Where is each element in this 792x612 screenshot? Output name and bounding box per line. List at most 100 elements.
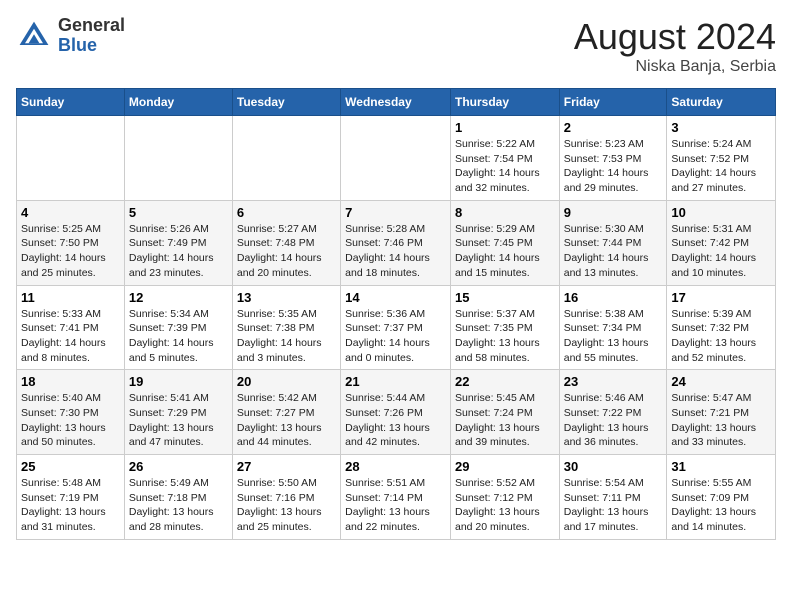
calendar-cell: 5 Sunrise: 5:26 AM Sunset: 7:49 PM Daylig…: [124, 200, 232, 285]
day-number: 5: [129, 205, 228, 220]
calendar-cell: 16 Sunrise: 5:38 AM Sunset: 7:34 PM Dayli…: [559, 285, 667, 370]
logo-icon: [16, 18, 52, 54]
week-row-3: 11Sunrise: 5:33 AM Sunset: 7:41 PM Dayli…: [17, 285, 776, 370]
calendar-cell: 9 Sunrise: 5:30 AM Sunset: 7:44 PM Daylig…: [559, 200, 667, 285]
day-info: Sunrise: 5:23 AM Sunset: 7:53 PM Dayligh…: [564, 137, 663, 196]
day-info: Sunrise: 5:37 AM Sunset: 7:35 PM Dayligh…: [455, 307, 555, 366]
month-title: August 2024: [574, 16, 776, 58]
day-number: 30: [564, 459, 663, 474]
day-number: 8: [455, 205, 555, 220]
day-info: Sunrise: 5:35 AM Sunset: 7:38 PM Dayligh…: [237, 307, 336, 366]
day-info: Sunrise: 5:54 AM Sunset: 7:11 PM Dayligh…: [564, 476, 663, 535]
logo-blue-text: Blue: [58, 35, 97, 55]
day-number: 9: [564, 205, 663, 220]
day-number: 14: [345, 290, 446, 305]
calendar-cell: 6Sunrise: 5:27 AM Sunset: 7:48 PM Daylig…: [232, 200, 340, 285]
day-number: 28: [345, 459, 446, 474]
calendar-cell: 15Sunrise: 5:37 AM Sunset: 7:35 PM Dayli…: [450, 285, 559, 370]
day-info: Sunrise: 5:46 AM Sunset: 7:22 PM Dayligh…: [564, 391, 663, 450]
week-row-4: 18 Sunrise: 5:40 AM Sunset: 7:30 PM Dayli…: [17, 370, 776, 455]
calendar-cell: 10 Sunrise: 5:31 AM Sunset: 7:42 PM Dayli…: [667, 200, 776, 285]
day-info: Sunrise: 5:51 AM Sunset: 7:14 PM Dayligh…: [345, 476, 446, 535]
day-number: 10: [671, 205, 771, 220]
day-info: Sunrise: 5:33 AM Sunset: 7:41 PM Dayligh…: [21, 307, 120, 366]
day-number: 22: [455, 374, 555, 389]
day-info: Sunrise: 5:55 AM Sunset: 7:09 PM Dayligh…: [671, 476, 771, 535]
day-number: 29: [455, 459, 555, 474]
day-number: 17: [671, 290, 771, 305]
day-info: Sunrise: 5:49 AM Sunset: 7:18 PM Dayligh…: [129, 476, 228, 535]
day-number: 26: [129, 459, 228, 474]
week-row-2: 4Sunrise: 5:25 AM Sunset: 7:50 PM Daylig…: [17, 200, 776, 285]
day-number: 18: [21, 374, 120, 389]
day-number: 27: [237, 459, 336, 474]
calendar-cell: 22 Sunrise: 5:45 AM Sunset: 7:24 PM Dayli…: [450, 370, 559, 455]
calendar-cell: 17Sunrise: 5:39 AM Sunset: 7:32 PM Dayli…: [667, 285, 776, 370]
day-info: Sunrise: 5:31 AM Sunset: 7:42 PM Dayligh…: [671, 222, 771, 281]
day-number: 23: [564, 374, 663, 389]
day-number: 25: [21, 459, 120, 474]
day-number: 31: [671, 459, 771, 474]
logo: General Blue: [16, 16, 125, 56]
day-number: 21: [345, 374, 446, 389]
day-number: 20: [237, 374, 336, 389]
day-number: 4: [21, 205, 120, 220]
weekday-header-tuesday: Tuesday: [232, 89, 340, 116]
calendar-cell: [17, 116, 125, 201]
day-number: 3: [671, 120, 771, 135]
calendar-cell: 21 Sunrise: 5:44 AM Sunset: 7:26 PM Dayli…: [341, 370, 451, 455]
day-number: 6: [237, 205, 336, 220]
day-info: Sunrise: 5:22 AM Sunset: 7:54 PM Dayligh…: [455, 137, 555, 196]
day-info: Sunrise: 5:24 AM Sunset: 7:52 PM Dayligh…: [671, 137, 771, 196]
day-number: 1: [455, 120, 555, 135]
calendar-cell: 25 Sunrise: 5:48 AM Sunset: 7:19 PM Dayli…: [17, 455, 125, 540]
calendar-cell: 13 Sunrise: 5:35 AM Sunset: 7:38 PM Dayli…: [232, 285, 340, 370]
calendar-cell: 23 Sunrise: 5:46 AM Sunset: 7:22 PM Dayli…: [559, 370, 667, 455]
title-block: August 2024 Niska Banja, Serbia: [574, 16, 776, 76]
calendar-cell: 29 Sunrise: 5:52 AM Sunset: 7:12 PM Dayli…: [450, 455, 559, 540]
day-info: Sunrise: 5:40 AM Sunset: 7:30 PM Dayligh…: [21, 391, 120, 450]
day-number: 12: [129, 290, 228, 305]
day-info: Sunrise: 5:26 AM Sunset: 7:49 PM Dayligh…: [129, 222, 228, 281]
calendar-cell: 28 Sunrise: 5:51 AM Sunset: 7:14 PM Dayli…: [341, 455, 451, 540]
calendar-cell: 7Sunrise: 5:28 AM Sunset: 7:46 PM Daylig…: [341, 200, 451, 285]
week-row-1: 1 Sunrise: 5:22 AM Sunset: 7:54 PM Daylig…: [17, 116, 776, 201]
day-info: Sunrise: 5:41 AM Sunset: 7:29 PM Dayligh…: [129, 391, 228, 450]
calendar-cell: 31 Sunrise: 5:55 AM Sunset: 7:09 PM Dayli…: [667, 455, 776, 540]
day-info: Sunrise: 5:38 AM Sunset: 7:34 PM Dayligh…: [564, 307, 663, 366]
weekday-header-sunday: Sunday: [17, 89, 125, 116]
calendar-cell: [232, 116, 340, 201]
day-info: Sunrise: 5:42 AM Sunset: 7:27 PM Dayligh…: [237, 391, 336, 450]
day-info: Sunrise: 5:45 AM Sunset: 7:24 PM Dayligh…: [455, 391, 555, 450]
day-info: Sunrise: 5:36 AM Sunset: 7:37 PM Dayligh…: [345, 307, 446, 366]
page-header: General Blue August 2024 Niska Banja, Se…: [16, 16, 776, 76]
calendar-cell: 14 Sunrise: 5:36 AM Sunset: 7:37 PM Dayli…: [341, 285, 451, 370]
calendar-cell: 1 Sunrise: 5:22 AM Sunset: 7:54 PM Daylig…: [450, 116, 559, 201]
weekday-header-friday: Friday: [559, 89, 667, 116]
day-info: Sunrise: 5:44 AM Sunset: 7:26 PM Dayligh…: [345, 391, 446, 450]
calendar-cell: 30 Sunrise: 5:54 AM Sunset: 7:11 PM Dayli…: [559, 455, 667, 540]
day-info: Sunrise: 5:48 AM Sunset: 7:19 PM Dayligh…: [21, 476, 120, 535]
weekday-header-wednesday: Wednesday: [341, 89, 451, 116]
day-info: Sunrise: 5:34 AM Sunset: 7:39 PM Dayligh…: [129, 307, 228, 366]
weekday-header-saturday: Saturday: [667, 89, 776, 116]
day-info: Sunrise: 5:52 AM Sunset: 7:12 PM Dayligh…: [455, 476, 555, 535]
calendar-cell: [341, 116, 451, 201]
calendar-cell: 4Sunrise: 5:25 AM Sunset: 7:50 PM Daylig…: [17, 200, 125, 285]
calendar-cell: [124, 116, 232, 201]
day-number: 24: [671, 374, 771, 389]
calendar-cell: 3 Sunrise: 5:24 AM Sunset: 7:52 PM Daylig…: [667, 116, 776, 201]
location-title: Niska Banja, Serbia: [574, 58, 776, 76]
day-number: 16: [564, 290, 663, 305]
day-number: 2: [564, 120, 663, 135]
calendar-cell: 19Sunrise: 5:41 AM Sunset: 7:29 PM Dayli…: [124, 370, 232, 455]
calendar-cell: 18 Sunrise: 5:40 AM Sunset: 7:30 PM Dayli…: [17, 370, 125, 455]
calendar-cell: 2 Sunrise: 5:23 AM Sunset: 7:53 PM Daylig…: [559, 116, 667, 201]
calendar-table: SundayMondayTuesdayWednesdayThursdayFrid…: [16, 88, 776, 540]
weekday-header-row: SundayMondayTuesdayWednesdayThursdayFrid…: [17, 89, 776, 116]
day-number: 13: [237, 290, 336, 305]
calendar-cell: 8Sunrise: 5:29 AM Sunset: 7:45 PM Daylig…: [450, 200, 559, 285]
calendar-cell: 12 Sunrise: 5:34 AM Sunset: 7:39 PM Dayli…: [124, 285, 232, 370]
calendar-cell: 20 Sunrise: 5:42 AM Sunset: 7:27 PM Dayli…: [232, 370, 340, 455]
day-info: Sunrise: 5:30 AM Sunset: 7:44 PM Dayligh…: [564, 222, 663, 281]
